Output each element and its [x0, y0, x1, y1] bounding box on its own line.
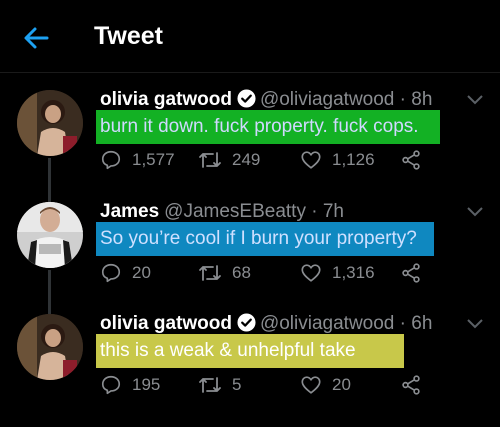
like-button[interactable]: 1,126: [300, 148, 375, 172]
retweet-count: 68: [232, 263, 251, 282]
tweet-text: this is a weak & unhelpful take: [96, 334, 404, 368]
verified-badge-icon: [237, 89, 256, 108]
tweet-text: So you’re cool if I burn your property?: [96, 222, 434, 256]
retweet-count: 5: [232, 375, 242, 394]
like-button[interactable]: 1,316: [300, 261, 375, 285]
retweet-button[interactable]: 5: [198, 373, 241, 397]
retweet-icon: [199, 152, 221, 168]
tweet-actions: 195 5 20: [100, 373, 480, 397]
chevron-down-icon[interactable]: [466, 94, 484, 106]
avatar[interactable]: [17, 202, 83, 268]
chevron-down-icon[interactable]: [466, 318, 484, 330]
author-handle[interactable]: @oliviagatwood: [260, 313, 394, 334]
chevron-down-icon[interactable]: [466, 206, 484, 218]
timestamp[interactable]: · 7h: [306, 201, 344, 222]
retweet-button[interactable]: 68: [198, 261, 251, 285]
author-handle[interactable]: @oliviagatwood: [260, 89, 394, 110]
reply-count: 195: [132, 375, 161, 394]
reply-icon: [101, 263, 121, 283]
tweet[interactable]: olivia gatwood @oliviagatwood · 8h burn i…: [0, 88, 500, 188]
verified-badge-icon: [237, 313, 256, 332]
like-button[interactable]: 20: [300, 373, 351, 397]
share-button[interactable]: [400, 148, 432, 172]
share-icon: [402, 375, 420, 395]
tweet-text: burn it down. fuck property. fuck cops.: [96, 110, 440, 144]
reply-count: 1,577: [132, 150, 175, 169]
tweet-header: olivia gatwood @oliviagatwood · 6h: [100, 312, 432, 336]
heart-icon: [301, 151, 321, 169]
heart-icon: [301, 264, 321, 282]
avatar[interactable]: [17, 314, 83, 380]
tweet[interactable]: olivia gatwood @oliviagatwood · 6h this i…: [0, 312, 500, 412]
author-name[interactable]: James: [100, 201, 159, 222]
share-icon: [402, 150, 420, 170]
author-name[interactable]: olivia gatwood: [100, 313, 232, 334]
author-name[interactable]: olivia gatwood: [100, 89, 232, 110]
like-count: 1,316: [332, 263, 375, 282]
timestamp[interactable]: · 8h: [394, 89, 433, 110]
author-handle[interactable]: @JamesEBeatty: [164, 201, 306, 222]
retweet-icon: [199, 265, 221, 281]
top-bar: Tweet: [0, 0, 500, 73]
retweet-count: 249: [232, 150, 261, 169]
reply-button[interactable]: 195: [100, 373, 160, 397]
like-count: 1,126: [332, 150, 375, 169]
like-count: 20: [332, 375, 351, 394]
tweet-header: olivia gatwood @oliviagatwood · 8h: [100, 88, 432, 112]
share-button[interactable]: [400, 373, 432, 397]
share-icon: [402, 263, 420, 283]
reply-icon: [101, 150, 121, 170]
heart-icon: [301, 376, 321, 394]
retweet-icon: [199, 377, 221, 393]
share-button[interactable]: [400, 261, 432, 285]
back-arrow-icon[interactable]: [22, 24, 50, 52]
reply-count: 20: [132, 263, 151, 282]
avatar[interactable]: [17, 90, 83, 156]
reply-button[interactable]: 20: [100, 261, 151, 285]
tweet-actions: 20 68 1,316: [100, 261, 480, 285]
page-title: Tweet: [94, 22, 163, 50]
reply-button[interactable]: 1,577: [100, 148, 175, 172]
tweet-header: James @JamesEBeatty · 7h: [100, 200, 344, 224]
retweet-button[interactable]: 249: [198, 148, 260, 172]
reply-icon: [101, 375, 121, 395]
tweet[interactable]: James @JamesEBeatty · 7h So you’re cool i…: [0, 200, 500, 300]
timestamp[interactable]: · 6h: [394, 313, 433, 334]
tweet-actions: 1,577 249 1,126: [100, 148, 480, 172]
